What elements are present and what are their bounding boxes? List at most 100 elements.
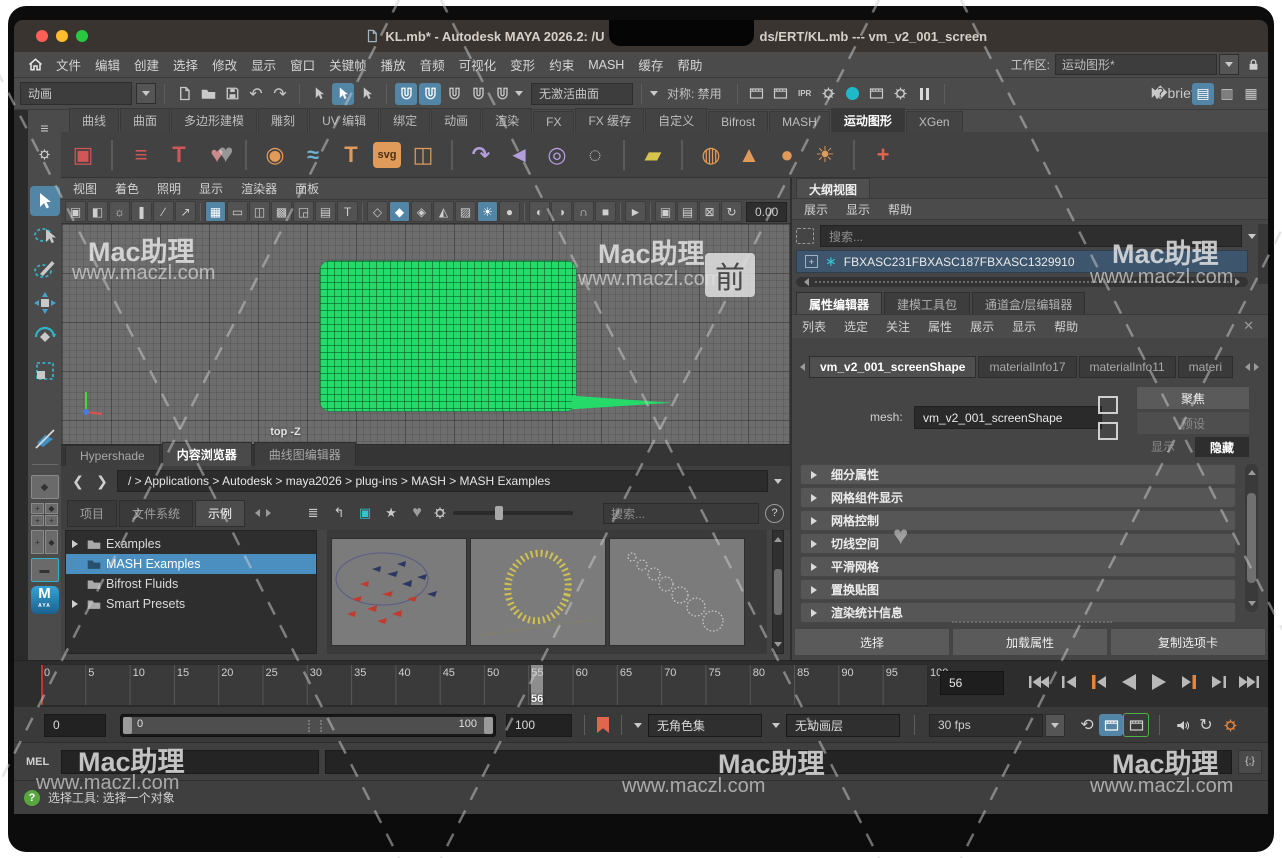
snap-view-icon[interactable] (491, 83, 513, 105)
attribute-editor-menu-item[interactable]: 显示 (1012, 318, 1036, 335)
shelf-tab[interactable]: 渲染 (482, 108, 532, 132)
attribute-section-header[interactable]: 渲染统计信息 (800, 602, 1236, 623)
ipr-render-icon[interactable]: IPR (794, 83, 816, 105)
lookdev-icon[interactable] (890, 83, 912, 105)
outliner-horizontal-scrollbar[interactable] (796, 277, 1248, 287)
paint-select-tool-icon[interactable] (30, 254, 60, 284)
paste-view-icon[interactable]: ▤ (677, 201, 698, 222)
outliner-menu-item[interactable]: 展示 (804, 201, 828, 218)
favorite-star-icon[interactable]: ★ (381, 503, 401, 523)
tab-next-icon[interactable] (1254, 363, 1263, 371)
attribute-section-header[interactable]: 网格组件显示 (800, 487, 1236, 508)
editor-pane-tab[interactable]: Hypershade (65, 445, 160, 466)
hide-button[interactable]: 隐藏 (1194, 436, 1250, 458)
animation-end-field[interactable]: 100 (506, 714, 572, 737)
shelf-tab[interactable]: 曲面 (120, 108, 170, 132)
redo-icon[interactable]: ↷ (269, 83, 291, 105)
wireframe-icon[interactable]: ◇ (367, 201, 388, 222)
shelf-tab[interactable]: Bifrost (708, 111, 768, 132)
attribute-section-header[interactable]: 细分属性 (800, 464, 1236, 485)
content-browser-subtab[interactable]: 文件系统 (119, 500, 193, 527)
render-current-frame-icon[interactable] (770, 83, 792, 105)
tab-prev-icon[interactable] (1241, 363, 1250, 371)
step-forward-key-button[interactable] (1176, 669, 1201, 695)
anim-layer-field[interactable]: 无动画层 (786, 714, 900, 737)
attribute-section-header[interactable]: 切线空间 (800, 533, 1236, 554)
circularize-icon[interactable]: ◎ (541, 139, 573, 171)
new-scene-icon[interactable] (173, 83, 195, 105)
node-tab[interactable]: materi (1178, 356, 1233, 378)
menu-item[interactable]: 文件 (49, 55, 88, 74)
lock-icon[interactable] (1247, 58, 1260, 71)
shelf-tab[interactable]: 曲线 (69, 108, 119, 132)
sections-scrollbar[interactable] (1245, 464, 1258, 612)
charset-dropdown-icon[interactable] (634, 723, 642, 732)
curve-warp-icon[interactable]: ↷ (465, 139, 497, 171)
animlayer-dropdown-icon[interactable] (772, 723, 780, 732)
snap-curve-icon[interactable] (419, 83, 441, 105)
flag-grid-icon[interactable]: ▰ (637, 139, 669, 171)
menu-item[interactable]: MASH (581, 58, 631, 72)
ball-sweep-icon[interactable]: ● (771, 139, 803, 171)
panel-menu-item[interactable]: 面板 (295, 180, 319, 197)
attribute-section-header[interactable]: 平滑网格 (800, 556, 1236, 577)
attribute-editor-menu-item[interactable]: 列表 (802, 318, 826, 335)
menu-item[interactable]: 修改 (205, 55, 244, 74)
sidebar-tab[interactable]: 通道盒/层编辑器 (972, 292, 1085, 316)
shelf-tab[interactable]: FX 缓存 (575, 108, 644, 132)
svg-tool-icon[interactable]: svg (373, 142, 401, 168)
close-button[interactable] (36, 30, 48, 42)
menu-item[interactable]: 关键帧 (322, 55, 374, 74)
shelf-tab[interactable]: 绑定 (380, 108, 430, 132)
expand-caret-icon[interactable] (72, 540, 82, 548)
green-mesh-object[interactable] (320, 261, 576, 411)
tree-item[interactable]: Smart Presets (66, 594, 316, 614)
back-chevron-icon[interactable]: ❮ (69, 472, 87, 490)
construct-box-icon[interactable]: ◫ (407, 139, 439, 171)
outliner-selected-node[interactable]: + ∗ FBXASC231FBXASC187FBXASC1329910 (796, 250, 1248, 273)
animation-start-field[interactable]: 0 (44, 714, 106, 737)
type-text-icon[interactable]: T (335, 139, 367, 171)
thumbnail-scrollbar[interactable] (772, 530, 784, 654)
fps-dropdown-button[interactable] (1045, 714, 1065, 737)
shelf-tab[interactable]: FX (533, 111, 574, 132)
outliner-filter-dropdown-icon[interactable] (1248, 234, 1256, 243)
animation-preferences-icon[interactable] (1218, 714, 1242, 736)
current-tool-icon[interactable] (30, 424, 60, 454)
menu-item[interactable]: 播放 (374, 55, 413, 74)
textured-icon[interactable]: ◈ (411, 201, 432, 222)
expand-plus-icon[interactable]: + (805, 255, 818, 268)
example-thumbnail-ring[interactable] (470, 538, 606, 646)
refresh-icon[interactable]: ↻ (721, 201, 742, 222)
menu-item[interactable]: 变形 (503, 55, 542, 74)
outliner-tab[interactable]: 大纲视图 (796, 178, 870, 200)
viewport-canvas[interactable]: top -Z (62, 224, 789, 444)
shelf-tab[interactable]: 运动图形 (831, 108, 905, 132)
shelf-tab[interactable]: 动画 (431, 108, 481, 132)
shelf-tab[interactable]: 多边形建模 (171, 108, 257, 132)
shelf-tab[interactable]: UV 编辑 (309, 108, 379, 132)
menu-item[interactable]: 约束 (542, 55, 581, 74)
menu-item[interactable]: 窗口 (283, 55, 322, 74)
content-browser-subtab[interactable]: 项目 (67, 500, 117, 527)
outliner-menu-item[interactable]: 帮助 (888, 201, 912, 218)
lasso-tool-icon[interactable] (30, 220, 60, 250)
toon-shader-icon[interactable] (842, 83, 864, 105)
symmetry-dropdown[interactable] (650, 91, 658, 100)
node-tab[interactable]: vm_v2_001_screenShape (809, 356, 976, 378)
subtab-scroll-left-icon[interactable] (251, 509, 260, 517)
starburst-icon[interactable]: ☀ (809, 139, 841, 171)
play-backward-button[interactable] (1116, 669, 1141, 695)
curve-node-icon[interactable]: ≈ (297, 139, 329, 171)
node-tab[interactable]: materialInfo17 (978, 356, 1076, 378)
mute-speaker-icon[interactable] (1170, 714, 1194, 736)
outliner-vertical-scrollbar[interactable] (1258, 224, 1268, 284)
tool-settings-toggle-icon[interactable]: ▥ (1216, 83, 1238, 105)
browser-settings-gear-icon[interactable] (433, 506, 447, 520)
workspace-dropdown-button[interactable] (1219, 54, 1239, 75)
snap-projected-icon[interactable] (467, 83, 489, 105)
playblast-icon[interactable] (1099, 714, 1123, 736)
scene-mode-select[interactable]: 动画 (20, 82, 132, 105)
safe-action-icon[interactable]: ▤ (315, 201, 336, 222)
wire-on-shaded-icon[interactable]: ◭ (433, 201, 454, 222)
